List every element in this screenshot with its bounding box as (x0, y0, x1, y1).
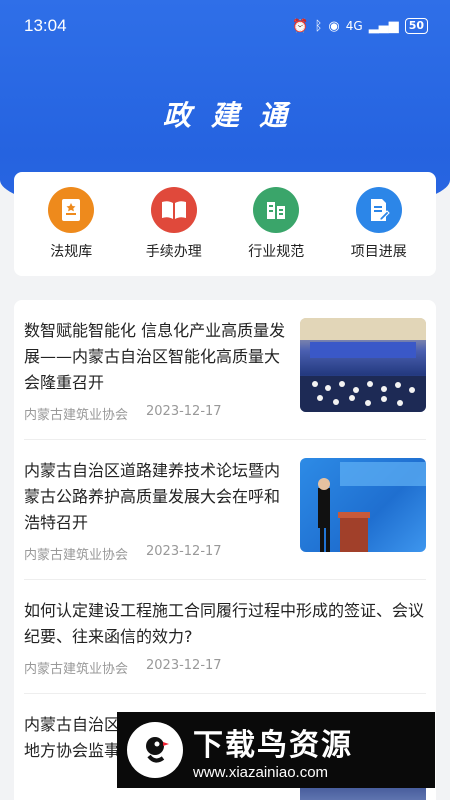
news-date: 2023-12-17 (146, 404, 222, 419)
status-time: 13:04 (24, 16, 67, 35)
news-thumbnail (300, 458, 426, 552)
news-date: 2023-12-17 (146, 658, 222, 673)
battery-indicator: 50 (404, 18, 428, 34)
quick-item-progress[interactable]: 项目进展 (329, 187, 429, 261)
status-bar: 13:04 ⏰ ᛒ ◉ 4G ▂▄▆ 50 (0, 0, 450, 52)
news-item[interactable]: 数智赋能智能化 信息化产业高质量发展——内蒙古自治区智能化高质量大会隆重召开 内… (24, 300, 426, 440)
quick-label: 行业规范 (248, 244, 305, 260)
news-source: 内蒙古建筑业协会 (24, 408, 129, 423)
bird-logo-icon (127, 722, 183, 778)
network-type: 4G (345, 19, 363, 33)
watermark-text: 下载鸟资源 (193, 727, 353, 763)
quick-item-procedures[interactable]: 手续办理 (124, 187, 224, 261)
hotspot-icon: ◉ (328, 18, 340, 34)
news-meta: 内蒙古建筑业协会 2023-12-17 (24, 658, 426, 677)
news-meta: 内蒙古建筑业协会 2023-12-17 (24, 544, 286, 563)
news-title: 内蒙古自治区道路建养技术论坛暨内蒙古公路养护高质量发展大会在呼和浩特召开 (24, 461, 281, 532)
regulation-book-icon (48, 187, 95, 233)
signal-icon: ▂▄▆ (368, 18, 399, 34)
quick-label: 法规库 (50, 244, 93, 260)
quick-item-standards[interactable]: 行业规范 (226, 187, 326, 261)
open-book-icon (150, 187, 197, 233)
alarm-icon: ⏰ (292, 18, 309, 34)
quick-label: 手续办理 (145, 244, 202, 260)
quick-item-regulations[interactable]: 法规库 (21, 187, 121, 261)
buildings-icon (253, 187, 300, 233)
bluetooth-icon: ᛒ (314, 18, 323, 34)
news-source: 内蒙古建筑业协会 (24, 548, 129, 563)
quick-label: 项目进展 (350, 244, 407, 260)
news-item[interactable]: 如何认定建设工程施工合同履行过程中形成的签证、会议纪要、往来函信的效力? 内蒙古… (24, 580, 426, 694)
status-icons: ⏰ ᛒ ◉ 4G ▂▄▆ 50 (292, 18, 428, 34)
quick-menu: 法规库 手续办理 行业规范 项目进展 (14, 172, 436, 276)
news-meta: 内蒙古建筑业协会 2023-12-17 (24, 404, 286, 423)
news-title: 如何认定建设工程施工合同履行过程中形成的签证、会议纪要、往来函信的效力? (24, 601, 425, 646)
news-thumbnail (300, 318, 426, 412)
watermark-url: www.xiazainiao.com (193, 763, 329, 781)
document-edit-icon (355, 187, 402, 233)
app-title: 政建通 (162, 99, 307, 132)
news-source: 内蒙古建筑业协会 (24, 662, 129, 677)
news-title: 数智赋能智能化 信息化产业高质量发展——内蒙古自治区智能化高质量大会隆重召开 (24, 321, 286, 392)
news-item[interactable]: 内蒙古自治区道路建养技术论坛暨内蒙古公路养护高质量发展大会在呼和浩特召开 内蒙古… (24, 440, 426, 580)
watermark-banner: 下载鸟资源 www.xiazainiao.com (117, 712, 435, 788)
news-date: 2023-12-17 (146, 544, 222, 559)
